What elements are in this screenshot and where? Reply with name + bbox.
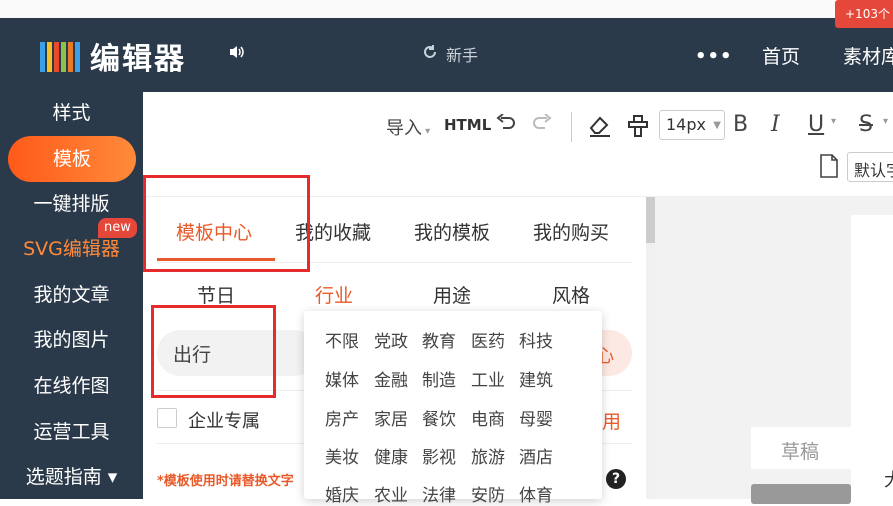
chevron-down-icon: ▼ — [713, 120, 721, 131]
sidebar-item-templates[interactable]: 模板 — [8, 136, 136, 182]
help-icon[interactable]: ? — [606, 469, 626, 489]
sidebar-item-online-design[interactable]: 在线作图 — [0, 367, 143, 405]
toolbar-divider — [571, 112, 572, 142]
logo[interactable]: 编辑器 — [40, 38, 186, 77]
enterprise-label: 企业专属 — [188, 411, 260, 432]
industry-option[interactable]: 不限 — [325, 327, 359, 352]
draft-button[interactable]: 草稿 — [751, 427, 851, 469]
font-size-select[interactable]: 14px ▼ — [659, 110, 725, 140]
sidebar-item-my-images[interactable]: 我的图片 — [0, 321, 143, 359]
article-button[interactable] — [751, 484, 851, 504]
template-notice: *模板使用时请替换文字 — [157, 474, 294, 489]
document-icon[interactable] — [819, 154, 839, 183]
subtab-style[interactable]: 风格 — [552, 281, 590, 308]
speaker-icon[interactable] — [228, 44, 246, 64]
industry-option[interactable]: 电商 — [471, 405, 505, 430]
bold-button[interactable]: B — [733, 112, 748, 137]
enterprise-checkbox[interactable] — [157, 408, 177, 428]
default-font-select[interactable]: 默认字 — [847, 152, 893, 182]
industry-option[interactable]: 科技 — [519, 327, 553, 352]
sidebar-item-ops-tools[interactable]: 运营工具 — [0, 413, 143, 451]
newbie-guide[interactable]: 新手 — [422, 42, 478, 66]
industry-option[interactable]: 制造 — [422, 366, 456, 391]
subtab-industry[interactable]: 行业 — [315, 281, 353, 308]
industry-option[interactable]: 酒店 — [519, 443, 553, 468]
logo-mark — [40, 40, 80, 72]
subtab-usage[interactable]: 用途 — [433, 281, 471, 308]
sidebar-item-topic-guide[interactable]: 选题指南 ▾ — [0, 458, 143, 496]
import-button[interactable]: 导入 ▾ — [386, 114, 430, 140]
industry-option[interactable]: 婚庆 — [325, 481, 359, 506]
industry-option[interactable]: 影视 — [422, 443, 456, 468]
industry-option[interactable]: 餐饮 — [422, 405, 456, 430]
scrollbar-thumb[interactable] — [646, 197, 655, 243]
strike-dropdown-icon[interactable]: ▾ — [883, 116, 888, 127]
italic-button[interactable]: I — [771, 112, 780, 137]
tab-my-templates[interactable]: 我的模板 — [414, 218, 490, 245]
logo-text: 编辑器 — [90, 42, 186, 77]
industry-option[interactable]: 金融 — [374, 366, 408, 391]
undo-icon[interactable] — [495, 113, 517, 139]
industry-dropdown: 不限 党政 教育 医药 科技 媒体 金融 制造 工业 建筑 房产 家居 餐饮 电… — [304, 311, 602, 506]
subtab-holiday[interactable]: 节日 — [197, 281, 235, 308]
industry-option[interactable]: 母婴 — [519, 405, 553, 430]
industry-option[interactable]: 美妆 — [325, 443, 359, 468]
industry-option[interactable]: 农业 — [374, 481, 408, 506]
format-painter-icon[interactable] — [626, 112, 650, 143]
industry-option[interactable]: 家居 — [374, 405, 408, 430]
nav-home[interactable]: 首页 — [762, 42, 800, 69]
sidebar-item-my-articles[interactable]: 我的文章 — [0, 276, 143, 314]
industry-option[interactable]: 工业 — [471, 366, 505, 391]
industry-option[interactable]: 媒体 — [325, 366, 359, 391]
redo-icon[interactable] — [531, 113, 553, 139]
industry-option[interactable]: 党政 — [374, 327, 408, 352]
industry-option[interactable]: 医药 — [471, 327, 505, 352]
industry-option[interactable]: 健康 — [374, 443, 408, 468]
underline-dropdown-icon[interactable]: ▾ — [831, 116, 836, 127]
nav-materials[interactable]: 素材库 — [843, 42, 893, 69]
industry-option[interactable]: 体育 — [519, 481, 553, 506]
newbie-label: 新手 — [446, 46, 479, 65]
more-menu-icon[interactable]: ••• — [695, 46, 733, 67]
editor-text: 大 — [884, 466, 893, 492]
industry-option[interactable]: 建筑 — [519, 366, 553, 391]
industry-option[interactable]: 安防 — [471, 481, 505, 506]
eraser-icon[interactable] — [587, 112, 613, 143]
new-badge: new — [98, 218, 137, 238]
editor-canvas[interactable] — [851, 215, 893, 499]
tab-my-purchases[interactable]: 我的购买 — [533, 218, 609, 245]
highlight-box-search — [151, 305, 276, 398]
refresh-icon — [422, 44, 438, 64]
strikethrough-button[interactable]: S — [859, 112, 873, 137]
underline-button[interactable]: U — [808, 112, 824, 137]
industry-option[interactable]: 旅游 — [471, 443, 505, 468]
promo-badge: +103个 — [835, 0, 893, 28]
html-button[interactable]: HTML — [444, 116, 491, 134]
header: 编辑器 新手 ••• 首页 素材库 — [0, 18, 893, 92]
industry-option[interactable]: 教育 — [422, 327, 456, 352]
sidebar-item-styles[interactable]: 样式 — [0, 94, 143, 132]
import-label: 导入 — [386, 118, 422, 139]
use-link[interactable]: 用 — [602, 407, 621, 434]
industry-option[interactable]: 房产 — [325, 405, 359, 430]
highlight-box-tab — [143, 175, 310, 272]
top-strip — [0, 0, 893, 18]
panel-scrollbar[interactable] — [646, 197, 655, 499]
industry-option[interactable]: 法律 — [422, 481, 456, 506]
font-size-value: 14px — [666, 115, 706, 134]
